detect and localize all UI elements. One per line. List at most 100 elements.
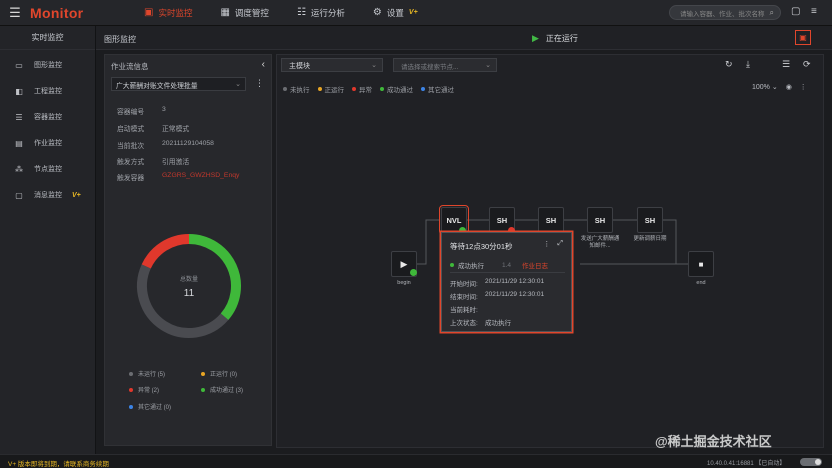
sh-node-3-label: 发送广大薪酬通知邮件... xyxy=(580,236,620,249)
sidebar-item-project-monitor[interactable]: ◧ 工程监控 xyxy=(0,78,95,104)
job-log-link[interactable]: 作业日志 xyxy=(522,260,548,270)
zoom-control[interactable]: 100% ⌄ ◉ ⋮ xyxy=(752,83,807,91)
elapsed-time-row: 当前耗时: xyxy=(450,307,478,314)
list-menu-icon[interactable]: ≡ xyxy=(811,6,817,17)
vplus-badge: V+ xyxy=(72,191,81,199)
end-time-row: 结束时间: 2021/11/29 12:30:01 xyxy=(450,291,545,301)
status-footer: V+ 版本即将到期，请联系商务续期 10.40.0.41:16881 【已自动】 xyxy=(0,454,832,468)
vplus-badge: V+ xyxy=(408,9,418,16)
node-search-input[interactable]: 请选择或搜索节点... ⌄ xyxy=(393,58,497,72)
info-row: 启动模式 正常模式 xyxy=(117,126,190,133)
more-vertical-icon[interactable]: ⋮ xyxy=(543,240,550,248)
top-nav: ▣ 实时监控 ▦ 调度管控 ☷ 运行分析 ⚙ 设置 V+ xyxy=(130,0,432,26)
legend-item: 其它通过 (0) xyxy=(129,402,171,411)
legend-item: 成功通过 xyxy=(380,84,413,94)
flow-info-panel: 作业流信息 ‹ 广大薪酬对账文件处理批量 ⌄ ⋮ 容器编号 3 启动模式 正常模… xyxy=(104,54,272,446)
info-row: 触发容器 GZGRS_GWZHSD_Enqy xyxy=(117,172,240,182)
legend-dot xyxy=(317,87,322,91)
status-legend: 未执行 正运行 异常 成功通过 其它通过 xyxy=(283,84,454,94)
donut-total: 11 xyxy=(183,287,195,299)
hamburger-icon[interactable]: ☰ xyxy=(0,0,30,26)
monitor-graph-icon: ▭ xyxy=(15,60,23,70)
popover-title: 等待12点30分01秒 xyxy=(450,242,513,251)
sh-node-4-label: 更新调薪日期 xyxy=(633,236,667,242)
nav-schedule-control[interactable]: ▦ 调度管控 xyxy=(206,0,282,26)
legend-dot xyxy=(201,387,205,392)
legend-dot xyxy=(129,371,133,376)
sidebar-item-job-monitor[interactable]: ▤ 作业监控 xyxy=(0,130,95,156)
sidebar-item-message-monitor[interactable]: ▢ 消息监控 V+ xyxy=(0,182,95,208)
start-time-row: 开始时间: 2021/11/29 12:30:01 xyxy=(450,278,545,288)
divider xyxy=(450,272,565,273)
legend-dot xyxy=(283,87,287,91)
info-row: 容器编号 3 xyxy=(117,106,166,116)
search-input[interactable]: 请输入容器、作业、批次名称 ⌕ xyxy=(669,5,781,20)
nav-run-analysis[interactable]: ☷ 运行分析 xyxy=(283,0,359,26)
play-icon: ▶ xyxy=(400,258,408,269)
sh-node-2[interactable]: SH xyxy=(538,207,564,233)
trigger-container-link[interactable]: GZGRS_GWZHSD_Enqy xyxy=(162,172,239,182)
run-status: ▶ 正在运行 xyxy=(532,33,578,43)
status-dot-success xyxy=(450,263,454,267)
sidebar-item-container-monitor[interactable]: ☰ 容器监控 xyxy=(0,104,95,130)
end-label: end xyxy=(696,280,706,286)
gear-icon: ⚙ xyxy=(372,7,382,18)
stop-icon: ■ xyxy=(698,259,704,269)
target-icon[interactable]: ◉ xyxy=(786,84,792,91)
search-icon[interactable]: ⌕ xyxy=(770,8,774,18)
status-dot-success xyxy=(410,269,417,276)
brand-logo: Monitor xyxy=(30,4,84,21)
legend-dot xyxy=(129,404,133,409)
more-vertical-icon[interactable]: ⋮ xyxy=(255,78,264,89)
monitor-icon: ▣ xyxy=(144,7,154,18)
node-icon: ⁂ xyxy=(15,164,23,174)
legend-dot xyxy=(380,87,384,91)
nav-realtime-monitor[interactable]: ▣ 实时监控 xyxy=(130,0,206,26)
legend-dot xyxy=(129,387,133,392)
flow-select[interactable]: 广大薪酬对账文件处理批量 ⌄ xyxy=(111,77,246,91)
app-root: ☰ Monitor ▣ 实时监控 ▦ 调度管控 ☷ 运行分析 ⚙ 设置 V+ 请… xyxy=(0,0,832,468)
sync-icon[interactable]: ⟳ xyxy=(803,59,811,70)
legend-item: 异常 xyxy=(352,84,372,94)
chevron-down-icon: ⌄ xyxy=(485,62,491,69)
download-icon[interactable]: ⤓ xyxy=(746,59,750,70)
license-warning: V+ 版本即将到期，请联系商务续期 xyxy=(8,461,109,468)
page-title: 图形监控 xyxy=(104,35,136,44)
message-icon: ▢ xyxy=(15,190,23,200)
sidebar: 实时监控 ▭ 图形监控 ◧ 工程监控 ☰ 容器监控 ▤ 作业监控 ⁂ 节点监控 … xyxy=(0,26,96,454)
chevron-down-icon: ⌄ xyxy=(235,81,241,88)
more-vertical-icon[interactable]: ⋮ xyxy=(800,84,807,91)
project-icon: ◧ xyxy=(15,86,23,96)
sliders-icon: ☷ xyxy=(296,7,306,18)
calendar-icon: ▦ xyxy=(220,7,230,18)
refresh-icon[interactable]: ↻ xyxy=(725,59,733,70)
sh-node-4[interactable]: SH xyxy=(637,207,663,233)
expand-icon[interactable]: ⤢ xyxy=(557,240,563,248)
play-icon: ▶ xyxy=(532,33,539,43)
sh-node-3[interactable]: SH xyxy=(587,207,613,233)
legend-dot xyxy=(352,87,356,91)
popover-status: 成功执行 1.4 xyxy=(450,260,511,270)
fullscreen-icon[interactable]: ▢ xyxy=(791,6,800,17)
legend-item: 未运行 (5) xyxy=(129,369,165,378)
begin-label: begin xyxy=(397,280,411,286)
nav-settings[interactable]: ⚙ 设置 V+ xyxy=(359,0,432,26)
chevron-left-icon[interactable]: ‹ xyxy=(262,59,265,70)
donut-label: 总数量 xyxy=(179,276,198,283)
legend-dot xyxy=(421,87,425,91)
content-header: 图形监控 ▶ 正在运行 ▣ xyxy=(96,26,832,50)
sidebar-item-node-monitor[interactable]: ⁂ 节点监控 xyxy=(0,156,95,182)
legend-item: 未执行 xyxy=(283,84,310,94)
legend-item: 其它通过 xyxy=(421,84,454,94)
panel-title: 作业流信息 xyxy=(111,62,149,71)
auto-toggle[interactable] xyxy=(800,458,822,466)
module-select[interactable]: 主模块 ⌄ xyxy=(281,58,383,72)
node-detail-popover: 等待12点30分01秒 ⋮ ⤢ 成功执行 1.4 作业日志 开始时间: 2021… xyxy=(441,232,572,332)
legend-item: 异常 (2) xyxy=(129,385,159,394)
monitor-view-button[interactable]: ▣ xyxy=(795,30,811,45)
sidebar-item-graph-monitor[interactable]: ▭ 图形监控 xyxy=(0,52,95,78)
watermark: @稀土掘金技术社区 xyxy=(655,434,772,449)
list-icon[interactable]: ☰ xyxy=(782,59,790,70)
end-node[interactable]: ■ xyxy=(688,251,714,277)
info-row: 当前批次 20211129104058 xyxy=(117,140,214,150)
